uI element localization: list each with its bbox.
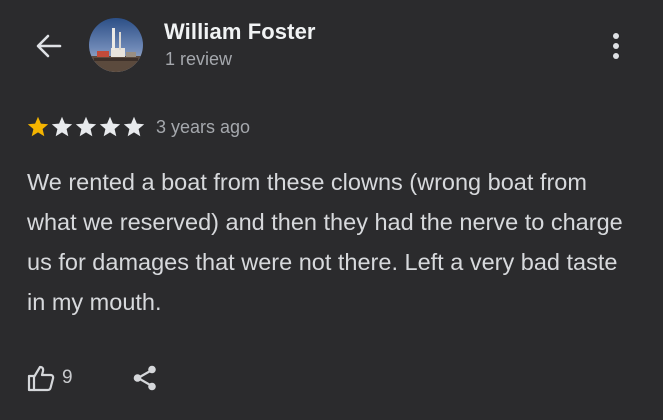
like-button[interactable]: 9	[26, 363, 73, 393]
star-rating	[26, 115, 146, 139]
star-filled-icon	[27, 116, 49, 137]
reviewer-review-count: 1 review	[165, 49, 233, 69]
arrow-back-icon	[36, 34, 62, 58]
more-vert-icon	[613, 33, 619, 59]
like-count: 9	[62, 367, 73, 388]
back-button[interactable]	[26, 26, 72, 66]
review-header: William Foster 1 review	[0, 0, 663, 96]
more-options-button[interactable]	[600, 26, 632, 66]
reviewer-avatar[interactable]	[89, 18, 143, 72]
star-empty-icon	[51, 116, 73, 137]
review-age: 3 years ago	[156, 116, 251, 137]
rating-row: 3 years ago	[26, 114, 250, 140]
review-text: We rented a boat from these clowns (wron…	[27, 169, 623, 315]
star-empty-icon	[99, 116, 121, 137]
share-icon	[133, 365, 156, 391]
review-actions: 9	[26, 358, 163, 398]
share-button[interactable]	[127, 360, 163, 396]
reviewer-name[interactable]: William Foster	[164, 19, 316, 45]
star-empty-icon	[75, 116, 97, 137]
star-empty-icon	[123, 116, 145, 137]
avatar-photo	[89, 18, 143, 72]
thumb-up-icon	[27, 365, 55, 392]
